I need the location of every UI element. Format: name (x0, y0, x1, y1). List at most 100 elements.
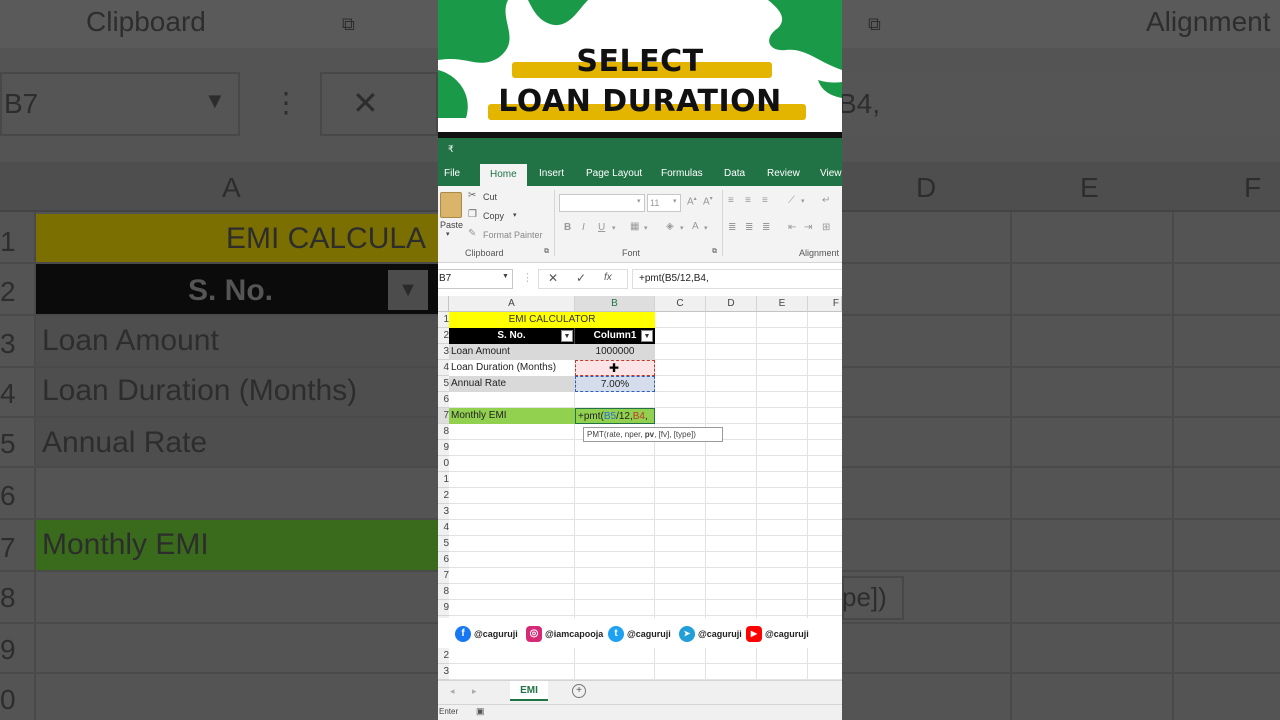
increase-font-icon[interactable]: A▴ (687, 195, 697, 207)
value-loan-amount[interactable]: 1000000 (575, 344, 655, 360)
font-launcher-icon[interactable]: ⧉ (712, 248, 717, 256)
tab-insert[interactable]: Insert (539, 168, 564, 179)
tab-page-layout[interactable]: Page Layout (586, 168, 642, 179)
tab-view[interactable]: View (820, 168, 842, 179)
merge-icon[interactable]: ⊞ (822, 222, 830, 233)
wrap-text-icon[interactable]: ↵ (822, 195, 830, 206)
column-header-e[interactable]: E (757, 296, 808, 312)
format-painter-label[interactable]: Format Painter (483, 230, 543, 240)
scroll-right-icon[interactable]: ▸ (472, 686, 477, 697)
font-name-dropdown-icon[interactable]: ▾ (637, 197, 641, 205)
header-sno[interactable]: S. No. (449, 328, 575, 344)
bold-icon[interactable]: B (564, 222, 571, 233)
paste-label[interactable]: Paste (440, 220, 463, 230)
orientation-icon[interactable]: ⟋ (788, 195, 795, 206)
row-header[interactable]: 1 (438, 472, 449, 488)
scroll-left-icon[interactable]: ◂ (450, 686, 455, 697)
paste-dropdown-icon[interactable]: ▾ (446, 230, 450, 238)
select-all-corner[interactable] (438, 296, 449, 312)
decrease-indent-icon[interactable]: ⇤ (788, 222, 796, 233)
align-center-icon[interactable]: ≣ (745, 222, 753, 233)
active-cell-b7[interactable]: +pmt(B5/12,B4, (575, 408, 655, 424)
bg-filter-icon: ▼ (388, 270, 428, 310)
row-header[interactable]: 5 (438, 376, 449, 392)
tab-file[interactable]: File (444, 168, 460, 179)
filter-dropdown-icon[interactable]: ▼ (641, 330, 653, 342)
tab-formulas[interactable]: Formulas (661, 168, 703, 179)
tab-data[interactable]: Data (724, 168, 745, 179)
row-header[interactable]: 2 (438, 488, 449, 504)
underline-dropdown-icon[interactable]: ▾ (612, 224, 616, 232)
enter-check-icon[interactable]: ✓ (576, 271, 586, 285)
row-header[interactable]: 2 (438, 648, 449, 664)
copy-label[interactable]: Copy (483, 211, 504, 221)
cut-icon[interactable]: ✂ (468, 190, 476, 201)
column-header-d[interactable]: D (706, 296, 757, 312)
fill-color-icon[interactable]: ◈ (666, 221, 674, 232)
row-header[interactable]: 4 (438, 520, 449, 536)
row-header[interactable]: 9 (438, 440, 449, 456)
column-header-b[interactable]: B (575, 296, 655, 312)
row-header[interactable]: 2 (438, 328, 449, 344)
column-header-c[interactable]: C (655, 296, 706, 312)
cut-label[interactable]: Cut (483, 192, 497, 202)
more-options-icon: ⋮ (522, 272, 533, 284)
cancel-icon[interactable]: ✕ (548, 271, 558, 285)
font-size-dropdown-icon[interactable]: ▾ (673, 197, 677, 205)
row-header[interactable]: 7 (438, 568, 449, 584)
row-header[interactable]: 6 (438, 552, 449, 568)
copy-dropdown-icon[interactable]: ▾ (513, 211, 517, 219)
tab-review[interactable]: Review (767, 168, 800, 179)
row-header[interactable]: 3 (438, 344, 449, 360)
bg-formula-field (842, 72, 1280, 136)
value-annual-rate[interactable]: 7.00% (575, 376, 655, 392)
align-top-icon[interactable]: ≡ (728, 195, 734, 206)
row-header[interactable]: 6 (438, 392, 449, 408)
decrease-font-icon[interactable]: A▾ (703, 195, 713, 207)
macro-record-icon[interactable]: ▣ (476, 706, 485, 717)
fill-dropdown-icon[interactable]: ▾ (680, 224, 684, 232)
column-header-a[interactable]: A (449, 296, 575, 312)
underline-icon[interactable]: U (598, 222, 605, 233)
row-header[interactable]: 3 (438, 504, 449, 520)
row-header[interactable]: 8 (438, 584, 449, 600)
row-header[interactable]: 1 (438, 312, 449, 328)
format-painter-icon[interactable]: ✎ (468, 228, 476, 239)
font-name-box[interactable] (559, 194, 645, 212)
align-bottom-icon[interactable]: ≡ (762, 195, 768, 206)
row-header[interactable]: 5 (438, 536, 449, 552)
row-header[interactable]: 4 (438, 360, 449, 376)
align-right-icon[interactable]: ≣ (762, 222, 770, 233)
label-loan-duration[interactable]: Loan Duration (Months) (449, 360, 575, 376)
font-color-dropdown-icon[interactable]: ▾ (704, 224, 708, 232)
column-header-f[interactable]: F (808, 296, 842, 312)
banner-title-line1: SELECT (576, 44, 704, 79)
row-header[interactable]: 0 (438, 456, 449, 472)
row-header[interactable]: 9 (438, 600, 449, 616)
font-color-icon[interactable]: A (692, 221, 699, 232)
copy-icon[interactable]: ❐ (468, 209, 477, 220)
label-loan-amount[interactable]: Loan Amount (449, 344, 575, 360)
align-left-icon[interactable]: ≣ (728, 222, 736, 233)
tab-home[interactable]: Home (480, 164, 527, 186)
row-header[interactable]: 3 (438, 664, 449, 680)
increase-indent-icon[interactable]: ⇥ (804, 222, 812, 233)
insert-function-icon[interactable]: fx (604, 272, 612, 283)
clipboard-launcher-icon[interactable]: ⧉ (544, 248, 549, 256)
label-annual-rate[interactable]: Annual Rate (449, 376, 575, 392)
paste-icon[interactable] (440, 192, 462, 218)
label-monthly-emi[interactable]: Monthly EMI (449, 408, 575, 424)
name-box-dropdown-icon[interactable]: ▼ (502, 273, 509, 280)
row-header[interactable]: 8 (438, 424, 449, 440)
qat-customize-icon[interactable]: ₹ (448, 144, 454, 155)
italic-icon[interactable]: I (582, 222, 585, 233)
align-middle-icon[interactable]: ≡ (745, 195, 751, 206)
sheet-tab-emi[interactable]: EMI (510, 681, 548, 701)
emi-calculator-title[interactable]: EMI CALCULATOR (449, 312, 655, 328)
orientation-dropdown-icon[interactable]: ▾ (801, 197, 805, 205)
row-header[interactable]: 7 (438, 408, 449, 424)
borders-dropdown-icon[interactable]: ▾ (644, 224, 648, 232)
borders-icon[interactable]: ▦ (630, 221, 639, 232)
add-sheet-icon[interactable]: + (572, 684, 586, 698)
filter-dropdown-icon[interactable]: ▼ (561, 330, 573, 342)
